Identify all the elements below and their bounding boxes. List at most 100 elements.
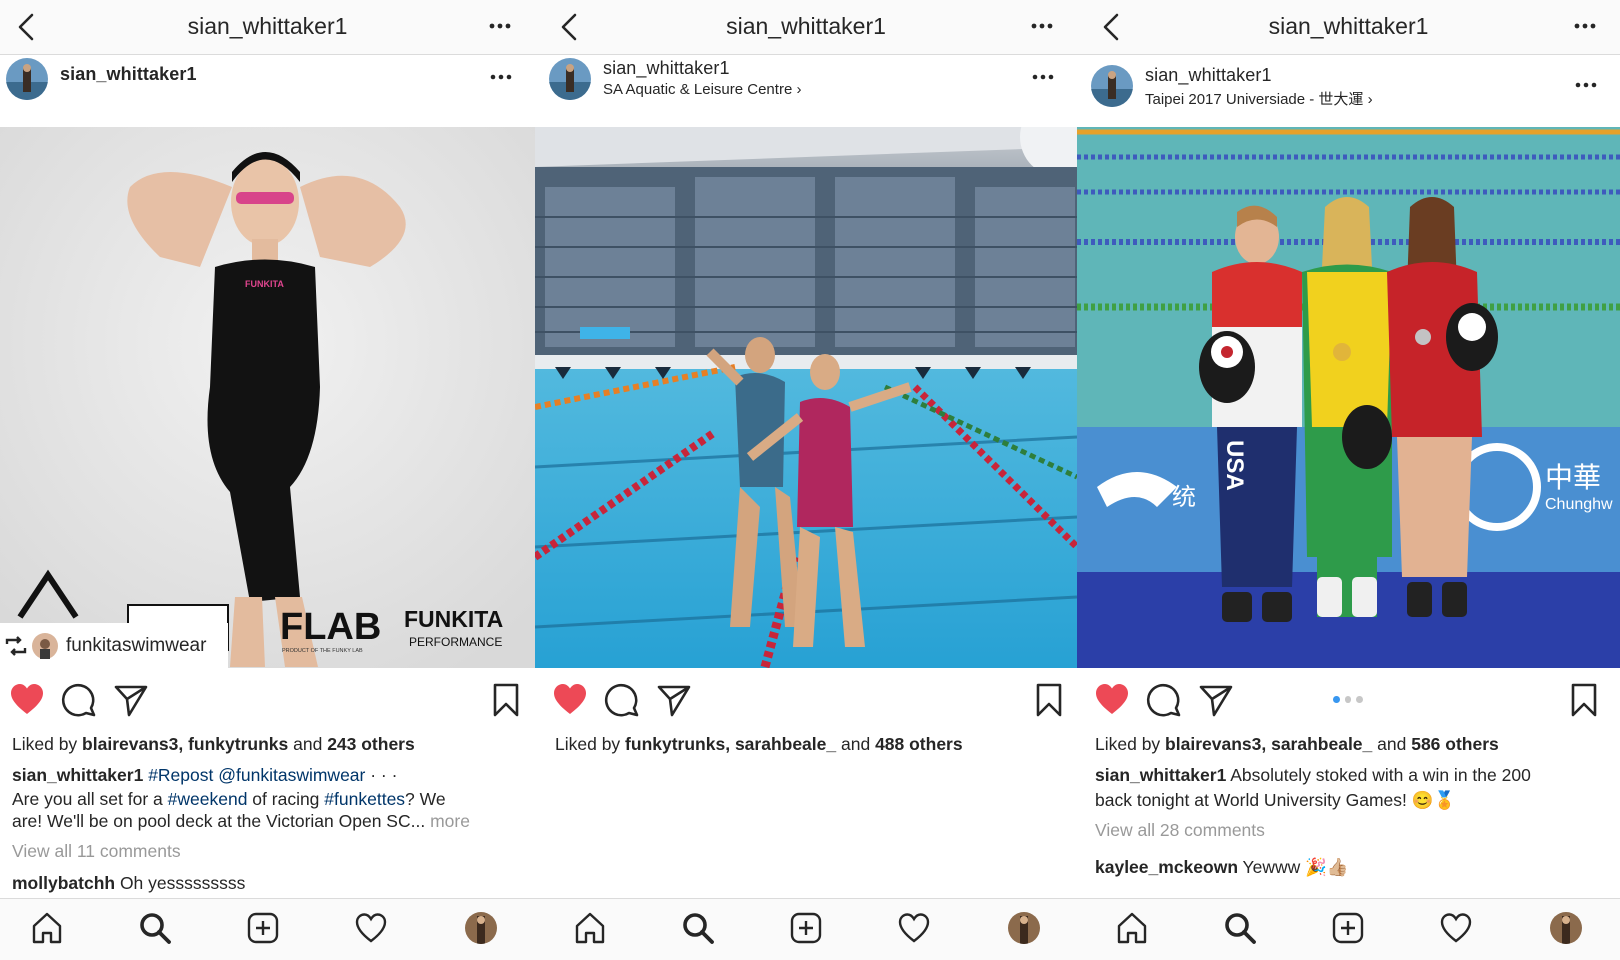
comment-preview: kaylee_mckeown Yewww 🎉👍🏼 (1095, 856, 1349, 878)
banner-text-2: 中華 (1545, 461, 1601, 494)
nav-title: sian_whittaker1 (187, 13, 348, 39)
liker-1[interactable]: blairevans3 (82, 734, 178, 754)
likes-sep: , (178, 734, 189, 754)
caption-mention[interactable]: @funkitaswimwear (218, 765, 365, 785)
likes-line: Liked by blairevans3, funkytrunks and 24… (12, 734, 415, 755)
caption-more-link[interactable]: more (425, 811, 470, 831)
post-photo[interactable]: 统 中華 Chunghw USA (1077, 127, 1620, 668)
share-icon[interactable] (1198, 682, 1234, 718)
caption-hashtag-funkettes[interactable]: #funkettes (324, 789, 405, 809)
profile-avatar-icon[interactable] (1550, 912, 1582, 944)
bottom-tab-bar (1077, 898, 1620, 960)
funkita-logo-text: FUNKITA (404, 606, 503, 632)
liker-2[interactable]: sarahbeale_ (1271, 734, 1372, 754)
home-icon[interactable] (573, 911, 607, 945)
post-username[interactable]: sian_whittaker1 (603, 58, 730, 79)
search-icon[interactable] (138, 911, 172, 945)
likes-others[interactable]: 488 others (875, 734, 963, 754)
top-nav-bar: sian_whittaker1 (0, 0, 535, 55)
post-header: sian_whittaker1 SA Aquatic & Leisure Cen… (535, 55, 1077, 127)
add-post-icon[interactable] (1331, 911, 1365, 945)
likes-others[interactable]: 243 others (327, 734, 415, 754)
back-arrow-icon[interactable] (557, 12, 583, 42)
home-icon[interactable] (30, 911, 64, 945)
caption-user[interactable]: sian_whittaker1 (12, 765, 143, 785)
carousel-dot (1356, 696, 1364, 703)
view-comments-link[interactable]: View all 11 comments (12, 840, 181, 862)
comment-icon[interactable] (1146, 682, 1182, 718)
post-username[interactable]: sian_whittaker1 (60, 64, 197, 85)
share-icon[interactable] (113, 682, 149, 718)
action-bar (1077, 678, 1620, 724)
comment-icon[interactable] (604, 682, 640, 718)
heart-filled-icon[interactable] (9, 682, 45, 718)
post-header: sian_whittaker1 (0, 55, 535, 127)
repost-tag[interactable]: funkitaswimwear (0, 623, 228, 668)
share-icon[interactable] (656, 682, 692, 718)
bookmark-icon[interactable] (488, 682, 524, 718)
likes-and: and (836, 734, 876, 754)
home-icon[interactable] (1115, 911, 1149, 945)
search-icon[interactable] (681, 911, 715, 945)
likes-prefix: Liked by (12, 734, 83, 754)
bookmark-icon[interactable] (1031, 682, 1067, 718)
profile-avatar-icon[interactable] (1008, 912, 1040, 944)
heart-filled-icon[interactable] (1094, 682, 1130, 718)
post-photo[interactable] (535, 127, 1077, 668)
likes-sep: , (1261, 734, 1272, 754)
back-arrow-icon[interactable] (1099, 12, 1125, 42)
view-comments-link[interactable]: View all 28 comments (1095, 819, 1265, 841)
more-dots-icon[interactable] (1572, 14, 1598, 38)
post-more-icon[interactable] (489, 67, 513, 87)
top-nav-bar: sian_whittaker1 (535, 0, 1077, 55)
post-more-icon[interactable] (1031, 67, 1055, 87)
caption-hashtag-repost[interactable]: #Repost (148, 765, 213, 785)
bookmark-icon[interactable] (1566, 682, 1602, 718)
profile-avatar-icon[interactable] (465, 912, 497, 944)
add-post-icon[interactable] (789, 911, 823, 945)
activity-heart-icon[interactable] (897, 911, 931, 945)
comment-user[interactable]: kaylee_mckeown (1095, 857, 1238, 877)
activity-heart-icon[interactable] (354, 911, 388, 945)
post-location[interactable]: SA Aquatic & Leisure Centre › (603, 81, 801, 98)
caption-line-1: sian_whittaker1 Absolutely stoked with a… (1095, 764, 1531, 786)
liker-1[interactable]: blairevans3 (1165, 734, 1261, 754)
post-more-icon[interactable] (1574, 75, 1598, 95)
liker-1[interactable]: funkytrunks (625, 734, 725, 754)
banner-text-3: Chunghw (1545, 496, 1613, 513)
liker-2[interactable]: funkytrunks (188, 734, 288, 754)
action-bar (0, 678, 535, 724)
caption-line-2: back tonight at World University Games! … (1095, 790, 1456, 810)
more-dots-icon[interactable] (487, 14, 513, 38)
comment-text: Oh yesssssssss (115, 873, 246, 893)
post-photo[interactable]: FUNKITA FLAB PRODUCT OF THE FUNKY LAB FU… (0, 127, 535, 668)
action-bar (535, 678, 1077, 724)
caption-hashtag-weekend[interactable]: #weekend (168, 789, 248, 809)
likes-prefix: Liked by (1095, 734, 1166, 754)
add-post-icon[interactable] (246, 911, 280, 945)
liker-2[interactable]: sarahbeale_ (735, 734, 836, 754)
carousel-dot-active (1333, 696, 1340, 703)
likes-others[interactable]: 586 others (1411, 734, 1499, 754)
caption-text-a: Absolutely stoked with a win in the 200 (1226, 765, 1531, 785)
search-icon[interactable] (1223, 911, 1257, 945)
avatar[interactable] (6, 58, 48, 100)
more-dots-icon[interactable] (1029, 14, 1055, 38)
comment-icon[interactable] (61, 682, 97, 718)
carousel-dot (1344, 696, 1352, 703)
heart-filled-icon[interactable] (552, 682, 588, 718)
activity-heart-icon[interactable] (1439, 911, 1473, 945)
repost-icon (5, 635, 27, 656)
post-username[interactable]: sian_whittaker1 (1145, 65, 1272, 86)
comment-user[interactable]: mollybatchh (12, 873, 115, 893)
post-location[interactable]: Taipei 2017 Universiade - 世大運 › (1145, 88, 1373, 109)
back-arrow-icon[interactable] (14, 12, 40, 42)
suit-logo-text: FUNKITA (245, 279, 284, 289)
avatar[interactable] (549, 58, 591, 100)
likes-prefix: Liked by (555, 734, 626, 754)
caption-user[interactable]: sian_whittaker1 (1095, 765, 1226, 785)
caption-line-3: are! We'll be on pool deck at the Victor… (12, 810, 470, 832)
avatar[interactable] (1091, 65, 1133, 107)
post-panel-2: sian_whittaker1 sian_whittaker1 SA Aquat… (535, 0, 1077, 960)
repost-label: funkitaswimwear (66, 634, 207, 656)
